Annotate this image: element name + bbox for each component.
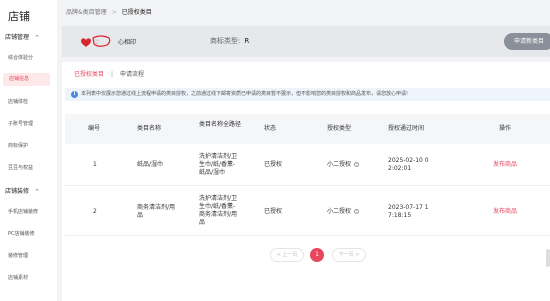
sidebar-item-subaccount[interactable]: 子账号管理: [8, 120, 33, 127]
column-header-category-name: 类目名称: [137, 125, 162, 132]
chevron-up-icon: ^: [35, 189, 40, 195]
sidebar: 店铺 店铺管理 ^ 综合体验分 店铺信息 店铺体检 子账号管理 商标保护 豆豆与权…: [0, 0, 57, 301]
column-header-status: 状态: [264, 125, 277, 132]
table-row: 1 纸品/湿巾 洗护清洁剂/卫 生巾/纸/香薰- 纸品/湿巾 已授权 小二授权?…: [65, 144, 550, 186]
tab-application-process[interactable]: 申请流程: [120, 71, 144, 78]
next-page-button[interactable]: 下一页 >: [332, 248, 366, 262]
sidebar-item-decoration-management[interactable]: 装修管理: [8, 252, 28, 259]
sidebar-item-trademark-protection[interactable]: 商标保护: [8, 142, 28, 149]
cell-auth-time: 2023-07-17 1 7:18:15: [388, 204, 429, 220]
path-line: 生巾/纸/香薰-: [199, 161, 236, 168]
table-header: 编号 类目名称 类目名称全路径 状态 授权类型 授权通过时间 操作: [65, 114, 550, 144]
column-header-action: 操作: [499, 125, 512, 132]
cell-auth-type: 小二授权?: [327, 161, 360, 169]
tab-separator: |: [111, 71, 114, 78]
sidebar-item-shop-info[interactable]: 店铺信息: [3, 73, 50, 86]
breadcrumb-current: 已授权类目: [121, 9, 152, 16]
cell-auth-time: 2025-02-10 0 2:02:01: [388, 157, 429, 173]
path-line: 洗护清洁剂/卫: [199, 195, 238, 202]
page-number-current[interactable]: 1: [310, 248, 324, 262]
auth-type-text: 小二授权: [327, 161, 352, 168]
publish-product-link[interactable]: 发布商品: [493, 161, 517, 169]
path-line: 生巾/纸/香薰-: [199, 203, 236, 210]
trademark-type: 商标类型: R: [210, 36, 249, 46]
path-line: 商务清洁剂/用: [199, 211, 238, 218]
time-line: 7:18:15: [388, 212, 412, 219]
chevron-up-icon: ^: [35, 35, 40, 41]
scrollbar[interactable]: [546, 249, 550, 267]
column-header-auth-type: 授权类型: [327, 125, 352, 132]
sidebar-item-shop-assets[interactable]: 店铺素材: [8, 274, 28, 281]
pagination: < 上一页 1 下一页 >: [270, 248, 430, 262]
path-line: 纸品/湿巾: [199, 169, 226, 176]
breadcrumb-parent[interactable]: 品牌&类目管理: [66, 9, 107, 16]
column-header-category-path: 类目名称全路径: [199, 121, 242, 128]
time-line: 2023-07-17 1: [388, 204, 429, 211]
time-line: 2:02:01: [388, 165, 412, 172]
brand-name: 心相印: [118, 39, 137, 46]
notice-banner: i 本列表中仅展示您通过线上流程申请的类目授权，之前通过线下邮寄资质已申请的类目…: [65, 88, 550, 101]
svg-text:♡: ♡: [94, 39, 99, 46]
path-line: 品: [199, 219, 206, 226]
column-header-no: 编号: [88, 125, 101, 132]
cell-status: 已授权: [264, 161, 283, 168]
cell-category-name: 纸品/湿巾: [137, 161, 164, 168]
table-row: 2 商务清洁剂/用 品 洗护清洁剂/卫 生巾/纸/香薰- 商务清洁剂/用 品 已…: [65, 186, 550, 236]
cell-status: 已授权: [264, 208, 283, 215]
tab-authorized-categories[interactable]: 已授权类目: [74, 71, 104, 78]
name-line: 品: [137, 212, 144, 219]
prev-page-button[interactable]: < 上一页: [270, 248, 304, 262]
auth-type-text: 小二授权: [327, 208, 352, 215]
help-icon[interactable]: ?: [354, 162, 360, 167]
sidebar-item-mobile-decoration[interactable]: 手机店铺装修: [8, 208, 38, 215]
trademark-type-value: R: [244, 37, 250, 45]
sidebar-item-pc-decoration[interactable]: PC店铺装修: [8, 230, 35, 237]
main-panel: 已授权类目 | 申请流程 i 本列表中仅展示您通过线上流程申请的类目授权，之前通过线…: [62, 62, 550, 301]
sidebar-item-shop-checkup[interactable]: 店铺体检: [8, 98, 28, 105]
sidebar-item-experience-score[interactable]: 综合体验分: [8, 54, 33, 61]
publish-product-link[interactable]: 发布商品: [493, 208, 517, 216]
cell-category-path: 洗护清洁剂/卫 生巾/纸/香薰- 商务清洁剂/用 品: [199, 195, 253, 227]
help-icon[interactable]: ?: [354, 209, 360, 214]
sidebar-group-label: 店铺管理: [5, 34, 30, 41]
sidebar-title: 店铺: [8, 10, 30, 23]
sidebar-group-shop-management[interactable]: 店铺管理 ^: [5, 32, 39, 41]
time-line: 2025-02-10 0: [388, 157, 429, 164]
apply-new-category-button[interactable]: 申请新类目: [504, 33, 550, 50]
trademark-type-label: 商标类型:: [210, 37, 241, 45]
cell-auth-type: 小二授权?: [327, 208, 360, 216]
cell-no: 1: [93, 161, 97, 168]
cell-category-name: 商务清洁剂/用 品: [137, 204, 191, 220]
sidebar-group-label: 店铺装修: [5, 188, 30, 195]
path-line: 洗护清洁剂/卫: [199, 153, 238, 160]
info-icon: i: [71, 91, 78, 98]
brand-header: ♡ 心相印 商标类型: R 申请新类目: [62, 26, 550, 57]
column-header-auth-time: 授权通过时间: [388, 125, 425, 132]
cell-no: 2: [93, 208, 97, 215]
notice-text: 本列表中仅展示您通过线上流程申请的类目授权，之前通过线下邮寄资质已申请的类目暂不…: [81, 91, 409, 97]
tabs: 已授权类目 | 申请流程: [74, 69, 144, 78]
breadcrumb: 品牌&类目管理 > 已授权类目: [66, 7, 152, 16]
name-line: 商务清洁剂/用: [137, 204, 176, 211]
breadcrumb-separator: >: [111, 9, 117, 16]
sidebar-group-shop-decoration[interactable]: 店铺装修 ^: [5, 186, 39, 195]
sidebar-item-beans-rights[interactable]: 豆豆与权益: [8, 164, 33, 171]
brand-logo-icon: ♡: [81, 35, 111, 47]
cell-category-path: 洗护清洁剂/卫 生巾/纸/香薰- 纸品/湿巾: [199, 153, 253, 177]
